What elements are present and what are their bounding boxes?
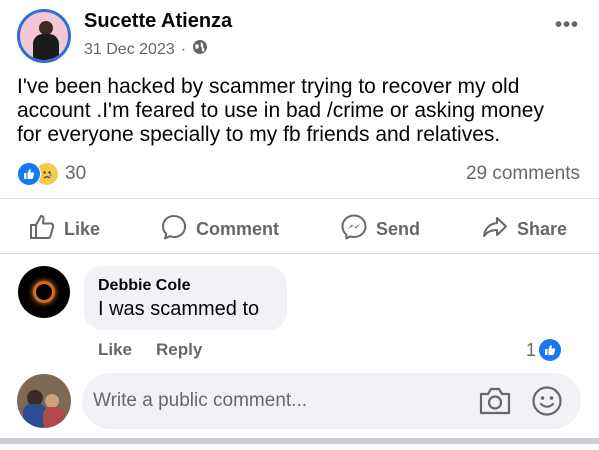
comment-input-placeholder: Write a public comment...: [93, 390, 308, 411]
post-meta: 31 Dec 2023 ·: [84, 39, 208, 60]
author-avatar[interactable]: [17, 9, 71, 63]
like-reaction-icon: [17, 162, 41, 186]
divider: [0, 253, 599, 254]
send-button[interactable]: Send: [340, 213, 420, 246]
comment-reply-button[interactable]: Reply: [156, 340, 202, 360]
comment-label: Comment: [196, 219, 280, 239]
comment-like-button[interactable]: Like: [98, 340, 132, 360]
more-options-icon[interactable]: •••: [555, 14, 579, 37]
comment-like-count: 1: [526, 339, 537, 360]
comment-text: I was scammed to: [98, 298, 260, 320]
send-label: Send: [376, 219, 421, 239]
commenter-avatar[interactable]: [18, 266, 70, 318]
comment-reaction-count[interactable]: 1: [526, 339, 562, 361]
share-arrow-icon: [481, 213, 509, 246]
post-author-name[interactable]: Sucette Atienza: [84, 10, 232, 33]
comment-bubble-icon: [160, 213, 188, 246]
like-button[interactable]: Like: [28, 213, 100, 246]
divider: [0, 198, 599, 199]
post-body: I've been hacked by scammer trying to re…: [17, 75, 544, 146]
comment-button[interactable]: Comment: [160, 213, 279, 246]
reaction-count: 30: [65, 163, 87, 184]
thumbs-up-icon: [28, 213, 56, 246]
messenger-icon: [340, 213, 368, 246]
emoji-icon[interactable]: [531, 385, 563, 422]
bottom-divider: [0, 438, 599, 444]
camera-icon[interactable]: [478, 385, 512, 422]
share-label: Share: [517, 219, 568, 239]
reaction-summary[interactable]: 30: [17, 162, 86, 186]
share-button[interactable]: Share: [481, 213, 567, 246]
meta-separator: ·: [180, 40, 187, 58]
like-label: Like: [64, 219, 101, 239]
comments-count[interactable]: 29 comments: [466, 163, 580, 185]
current-user-avatar[interactable]: [17, 374, 71, 428]
post-date[interactable]: 31 Dec 2023: [84, 41, 175, 59]
globe-icon: [192, 39, 208, 60]
commenter-name[interactable]: Debbie Cole: [98, 277, 190, 295]
like-reaction-icon: [539, 339, 562, 361]
